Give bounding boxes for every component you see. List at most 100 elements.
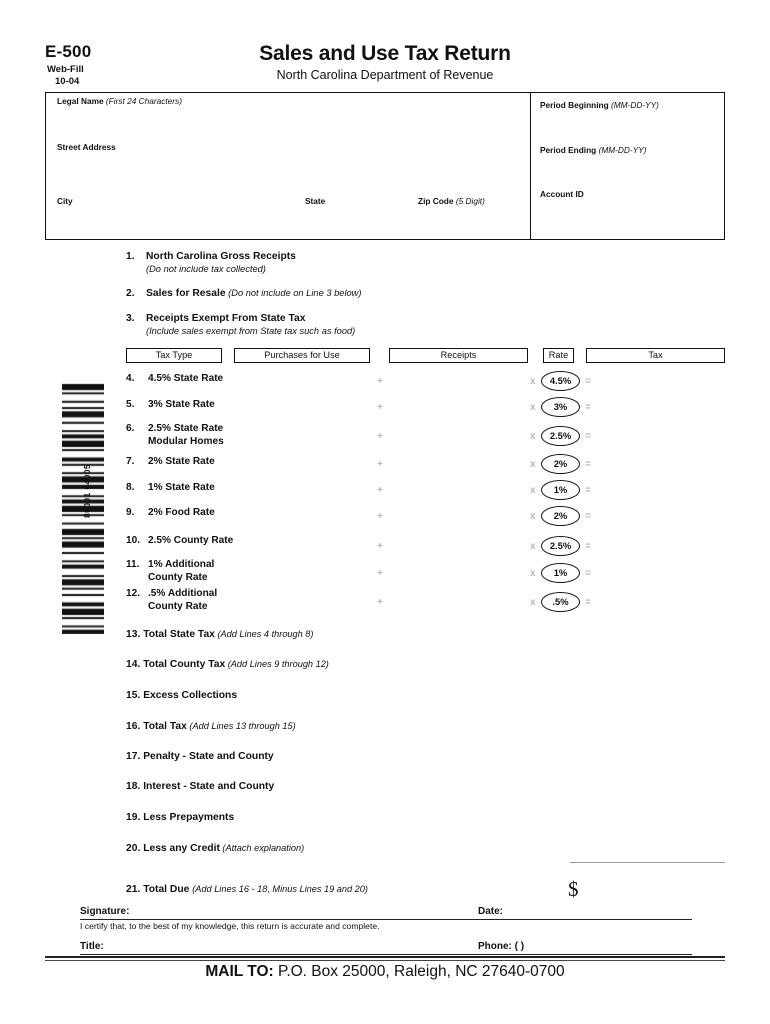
rate-row-label: 2.5% State Rate Modular Homes <box>148 423 224 447</box>
operator-equals: = <box>585 511 591 522</box>
intro-line-paren: (Do not include on Line 3 below) <box>225 288 362 298</box>
rate-badge: .5% <box>541 592 580 612</box>
period-ending-hint: (MM-DD-YY) <box>598 145 647 155</box>
footer-rule-bottom <box>45 960 725 961</box>
operator-times: x <box>530 402 536 413</box>
total-row-paren: (Attach explanation) <box>219 843 305 853</box>
operator-times: x <box>530 376 536 387</box>
total-row-13: 13. Total State Tax (Add Lines 4 through… <box>126 629 313 640</box>
rate-badge: 2% <box>541 506 580 526</box>
total-row-number: 13. <box>126 629 144 640</box>
intro-line-label: North Carolina Gross Receipts <box>146 251 296 262</box>
dollar-sign: $ <box>568 877 579 901</box>
total-row-18: 18. Interest - State and County <box>126 781 274 792</box>
column-header-tax: Tax <box>586 348 725 363</box>
operator-plus: + <box>377 511 383 522</box>
rate-badge: 1% <box>541 563 580 583</box>
column-header-purchases-for-use: Purchases for Use <box>234 348 370 363</box>
signature-label: Signature: <box>80 906 130 917</box>
intro-line-label: Sales for Resale <box>146 288 226 299</box>
total-due-number: 21. <box>126 884 141 895</box>
phone-label: Phone: ( ) <box>478 941 525 952</box>
rate-row-label: 2% Food Rate <box>148 507 215 518</box>
intro-line-number: 1. <box>126 251 135 262</box>
rate-badge: 1% <box>541 480 580 500</box>
legal-name-label: Legal Name (First 24 Characters) <box>57 96 182 106</box>
total-row-label: Less Prepayments <box>143 812 235 823</box>
intro-line-3: 3. Receipts Exempt From State Tax <box>126 313 305 324</box>
operator-equals: = <box>585 568 591 579</box>
total-row-label: Penalty - State and County <box>143 751 274 762</box>
total-row-number: 16. <box>126 721 144 732</box>
operator-times: x <box>530 459 536 470</box>
rate-row-label-line2: County Rate <box>148 600 208 612</box>
total-row-number: 17. <box>126 751 144 762</box>
rate-row-number: 11. <box>126 559 140 570</box>
city-label: City <box>57 196 73 206</box>
operator-plus: + <box>377 485 383 496</box>
mail-to-address: P.O. Box 25000, Raleigh, NC 27640-0700 <box>273 963 565 980</box>
operator-equals: = <box>585 459 591 470</box>
rate-badge: 2% <box>541 454 580 474</box>
total-due-rule <box>570 862 725 863</box>
rate-badge: 2.5% <box>541 536 580 556</box>
period-beginning-label: Period Beginning (MM-DD-YY) <box>540 100 659 110</box>
taxpayer-box-divider <box>530 92 531 240</box>
zip-code-hint: (5 Digit) <box>455 196 485 206</box>
date-label: Date: <box>478 906 504 917</box>
total-row-paren: (Add Lines 9 through 12) <box>225 659 329 669</box>
operator-plus: + <box>377 568 383 579</box>
rate-row-label: 1% State Rate <box>148 482 215 493</box>
form-page: E-500 Web-Fill 10-04 Sales and Use Tax R… <box>0 0 770 1024</box>
operator-plus: + <box>377 597 383 608</box>
rate-row-label: 2% State Rate <box>148 456 215 467</box>
total-due-label: Total Due <box>143 884 190 895</box>
total-due-row: 21. Total Due (Add Lines 16 - 18, Minus … <box>126 884 368 895</box>
total-row-14: 14. Total County Tax (Add Lines 9 throug… <box>126 659 329 670</box>
form-header: E-500 Web-Fill 10-04 Sales and Use Tax R… <box>0 0 770 88</box>
total-row-number: 14. <box>126 659 144 670</box>
title-label: Title: <box>80 941 104 952</box>
page-subtitle: North Carolina Department of Revenue <box>276 68 494 82</box>
operator-times: x <box>530 597 536 608</box>
operator-times: x <box>530 511 536 522</box>
operator-equals: = <box>585 402 591 413</box>
taxpayer-info-box <box>45 92 725 240</box>
title-rule <box>80 954 692 955</box>
barcode: 80001 04005 <box>62 382 104 634</box>
total-row-16: 16. Total Tax (Add Lines 13 through 15) <box>126 721 296 732</box>
rate-row-number: 6. <box>126 423 135 434</box>
legal-name-text: Legal Name <box>57 96 104 106</box>
rate-row-number: 10. <box>126 535 141 546</box>
total-row-15: 15. Excess Collections <box>126 690 237 701</box>
rate-row-number: 5. <box>126 399 135 410</box>
rate-row-number: 7. <box>126 456 135 467</box>
zip-code-text: Zip Code <box>418 196 454 206</box>
operator-equals: = <box>585 541 591 552</box>
column-header-receipts: Receipts <box>389 348 528 363</box>
operator-equals: = <box>585 485 591 496</box>
total-row-label: Total Tax <box>143 721 187 732</box>
mail-to-label: MAIL TO: <box>205 963 274 980</box>
period-beginning-text: Period Beginning <box>540 100 609 110</box>
barcode-number: 80001 04005 <box>82 463 92 519</box>
zip-code-label: Zip Code (5 Digit) <box>418 196 485 206</box>
intro-line-number: 2. <box>126 288 135 299</box>
total-row-paren: (Add Lines 13 through 15) <box>186 721 296 731</box>
rate-row-label: 2.5% County Rate <box>148 535 234 546</box>
total-row-17: 17. Penalty - State and County <box>126 751 274 762</box>
rate-badge: 3% <box>541 397 580 417</box>
column-header-tax-type: Tax Type <box>126 348 222 363</box>
total-row-label: Excess Collections <box>143 690 238 701</box>
operator-plus: + <box>377 541 383 552</box>
total-row-label: Interest - State and County <box>143 781 275 792</box>
rate-row-number: 8. <box>126 482 135 493</box>
rate-badge: 4.5% <box>541 371 580 391</box>
rate-row-label-line2: County Rate <box>148 571 208 583</box>
period-ending-label: Period Ending (MM-DD-YY) <box>540 145 647 155</box>
total-row-label: Less any Credit <box>143 843 220 854</box>
rate-row-label-line2: Modular Homes <box>148 435 224 447</box>
operator-plus: + <box>377 431 383 442</box>
total-due-paren: (Add Lines 16 - 18, Minus Lines 19 and 2… <box>192 884 368 894</box>
operator-plus: + <box>377 376 383 387</box>
